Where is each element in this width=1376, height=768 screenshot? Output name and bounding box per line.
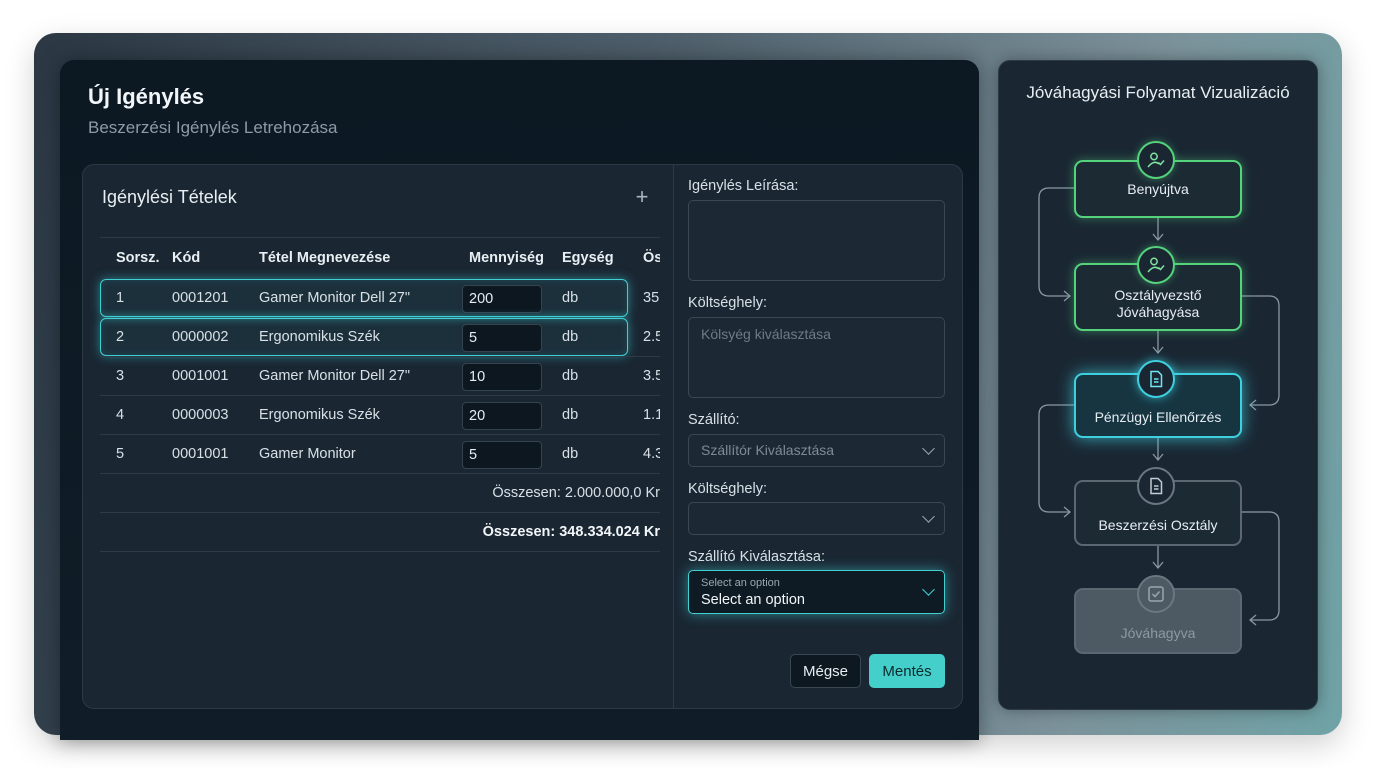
cost-center-2-label: Költséghely: bbox=[688, 481, 767, 497]
table-header-row: Sorsz. Kód Tétel Megnevezése Mennyiség E… bbox=[100, 237, 660, 278]
row-number: 5 bbox=[116, 446, 125, 462]
table-row[interactable]: 1 0001201 Gamer Monitor Dell 27" db 35 bbox=[100, 278, 660, 317]
row-name: Gamer Monitor Dell 27" bbox=[259, 290, 411, 306]
items-title: Igénylési Tételek bbox=[102, 187, 237, 207]
select-value: Select an option bbox=[701, 592, 805, 608]
row-code: 0000003 bbox=[172, 407, 229, 423]
column-header-code: Kód bbox=[172, 250, 201, 266]
row-unit: db bbox=[562, 446, 579, 462]
quantity-input[interactable] bbox=[462, 285, 542, 313]
column-header-number: Sorsz. bbox=[116, 250, 160, 266]
row-number: 1 bbox=[116, 290, 125, 306]
subtotal-row: Összesen: 2.000.000,0 Kr bbox=[100, 473, 660, 512]
flow-step-label: Osztályvezstő Jóváhagyása bbox=[1114, 287, 1202, 320]
row-number: 3 bbox=[116, 368, 125, 384]
flow-step-label: Benyújtva bbox=[1127, 180, 1189, 197]
row-total: 1.1 bbox=[643, 407, 660, 423]
supplier-select[interactable]: Szállítór Kiválasztása bbox=[688, 434, 945, 467]
row-number: 4 bbox=[116, 407, 125, 423]
plus-icon: + bbox=[635, 184, 649, 209]
request-items-section: Igénylési Tételek + Sorsz. Kód Tétel Meg… bbox=[83, 165, 674, 708]
description-label: Igénylés Leírása: bbox=[688, 178, 799, 194]
user-check-icon bbox=[1137, 246, 1175, 284]
row-name: Ergonomikus Szék bbox=[259, 407, 380, 423]
supplier-select-placeholder: Szállítór Kiválasztása bbox=[701, 442, 835, 458]
select-hint-label: Select an option bbox=[701, 577, 780, 589]
connector-loop bbox=[1038, 187, 1074, 297]
row-code: 0001001 bbox=[172, 368, 229, 384]
row-code: 0001201 bbox=[172, 290, 229, 306]
row-unit: db bbox=[562, 368, 579, 384]
add-item-button[interactable]: + bbox=[631, 185, 653, 209]
supplier-label: Szállító: bbox=[688, 412, 740, 428]
column-header-quantity: Mennyiség bbox=[469, 250, 544, 266]
row-unit: db bbox=[562, 407, 579, 423]
quantity-input[interactable] bbox=[462, 363, 542, 391]
flow-step-label: Beszerzési Osztály bbox=[1098, 516, 1218, 533]
chevron-down-icon bbox=[922, 442, 935, 455]
table-row[interactable]: 2 0000002 Ergonomikus Szék db 2.5 bbox=[100, 317, 660, 356]
column-header-unit: Egység bbox=[562, 250, 614, 266]
connector-loop bbox=[1038, 404, 1074, 513]
document-icon bbox=[1137, 360, 1175, 398]
page-subtitle: Beszerzési Igénylés Letrehozása bbox=[88, 118, 338, 137]
row-unit: db bbox=[562, 329, 579, 345]
request-card: Igénylési Tételek + Sorsz. Kód Tétel Meg… bbox=[82, 164, 963, 709]
total-text: Összesen: 348.334.024 Kr bbox=[482, 524, 660, 540]
user-check-icon bbox=[1137, 141, 1175, 179]
cost-center-label: Költséghely: bbox=[688, 295, 767, 311]
checkbox-icon bbox=[1137, 575, 1175, 613]
new-request-panel: Új Igénylés Beszerzési Igénylés Letrehoz… bbox=[60, 60, 979, 740]
row-total: 4.3 bbox=[643, 446, 660, 462]
row-total: 3.5 bbox=[643, 368, 660, 384]
supplier-option-select[interactable]: Select an option Select an option bbox=[688, 570, 945, 614]
cost-center-input[interactable] bbox=[688, 317, 945, 398]
row-number: 2 bbox=[116, 329, 125, 345]
table-row[interactable]: 3 0001001 Gamer Monitor Dell 27" db 3.5 bbox=[100, 356, 660, 395]
approval-flow-panel: Jóváhagyási Folyamat Vizualizáció Benyúj… bbox=[998, 60, 1318, 710]
row-code: 0001001 bbox=[172, 446, 229, 462]
cost-center-select[interactable] bbox=[688, 502, 945, 535]
total-row: Összesen: 348.334.024 Kr bbox=[100, 512, 660, 552]
supplier-select-label: Szállító Kiválasztása: bbox=[688, 549, 826, 565]
flow-step-label: Jóváhagyva bbox=[1120, 624, 1196, 641]
request-form: Igénylés Leírása: Költséghely: Szállító:… bbox=[688, 165, 946, 708]
row-total: 2.5 bbox=[643, 329, 660, 345]
quantity-input[interactable] bbox=[462, 441, 542, 469]
chevron-down-icon bbox=[922, 510, 935, 523]
save-button[interactable]: Mentés bbox=[869, 654, 945, 688]
row-name: Gamer Monitor Dell 27" bbox=[259, 368, 411, 384]
subtotal-text: Összesen: 2.000.000,0 Kr bbox=[492, 485, 660, 501]
connector-loop bbox=[1242, 511, 1280, 621]
chevron-down-icon bbox=[922, 583, 935, 596]
quantity-input[interactable] bbox=[462, 324, 542, 352]
row-unit: db bbox=[562, 290, 579, 306]
column-header-total: Ös bbox=[643, 250, 660, 266]
quantity-input[interactable] bbox=[462, 402, 542, 430]
page-title: Új Igénylés bbox=[88, 84, 205, 109]
row-name: Gamer Monitor bbox=[259, 446, 356, 462]
description-textarea[interactable] bbox=[688, 200, 945, 281]
flow-step-label: Pénzügyi Ellenőrzés bbox=[1094, 409, 1222, 425]
table-row[interactable]: 5 0001001 Gamer Monitor db 4.3 bbox=[100, 434, 660, 473]
row-total: 35 bbox=[643, 290, 660, 306]
table-row[interactable]: 4 0000003 Ergonomikus Szék db 1.1 bbox=[100, 395, 660, 434]
cancel-button[interactable]: Mégse bbox=[790, 654, 861, 688]
row-name: Ergonomikus Szék bbox=[259, 329, 380, 345]
connector-loop bbox=[1242, 295, 1280, 406]
document-icon bbox=[1137, 467, 1175, 505]
column-header-name: Tétel Megnevezése bbox=[259, 250, 391, 266]
row-code: 0000002 bbox=[172, 329, 229, 345]
items-table: Sorsz. Kód Tétel Megnevezése Mennyiség E… bbox=[100, 237, 660, 552]
